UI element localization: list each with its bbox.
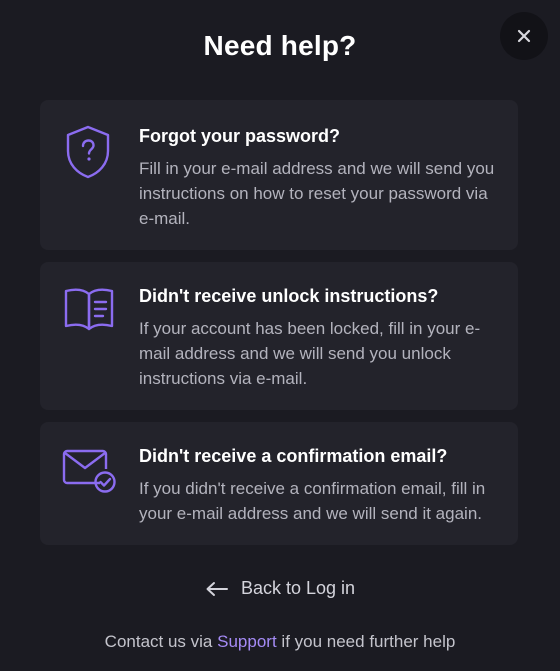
dialog-title: Need help? xyxy=(203,30,357,61)
support-link[interactable]: Support xyxy=(217,632,277,651)
option-description: If you didn't receive a confirmation ema… xyxy=(139,479,486,523)
forgot-password-option[interactable]: Forgot your password? Fill in your e-mai… xyxy=(40,100,518,250)
back-to-login-row: Back to Log in xyxy=(0,578,560,599)
help-footer: Contact us via Support if you need furth… xyxy=(0,632,560,652)
footer-suffix: if you need further help xyxy=(281,632,456,651)
footer-prefix: Contact us via xyxy=(104,632,213,651)
option-title: Didn't receive a confirmation email? xyxy=(139,446,448,466)
option-description: Fill in your e-mail address and we will … xyxy=(139,159,495,228)
unlock-instructions-option[interactable]: Didn't receive unlock instructions? If y… xyxy=(40,262,518,410)
shield-question-icon xyxy=(66,125,110,179)
back-to-login-link[interactable]: Back to Log in xyxy=(205,578,355,599)
arrow-left-icon xyxy=(206,581,228,596)
back-to-login-label: Back to Log in xyxy=(240,578,356,598)
envelope-check-icon xyxy=(62,449,116,493)
confirmation-email-option[interactable]: Didn't receive a confirmation email? If … xyxy=(40,422,518,545)
option-title: Forgot your password? xyxy=(139,126,341,146)
option-title: Didn't receive unlock instructions? xyxy=(139,286,439,306)
option-description: If your account has been locked, fill in… xyxy=(139,319,481,388)
open-book-icon xyxy=(64,288,114,331)
